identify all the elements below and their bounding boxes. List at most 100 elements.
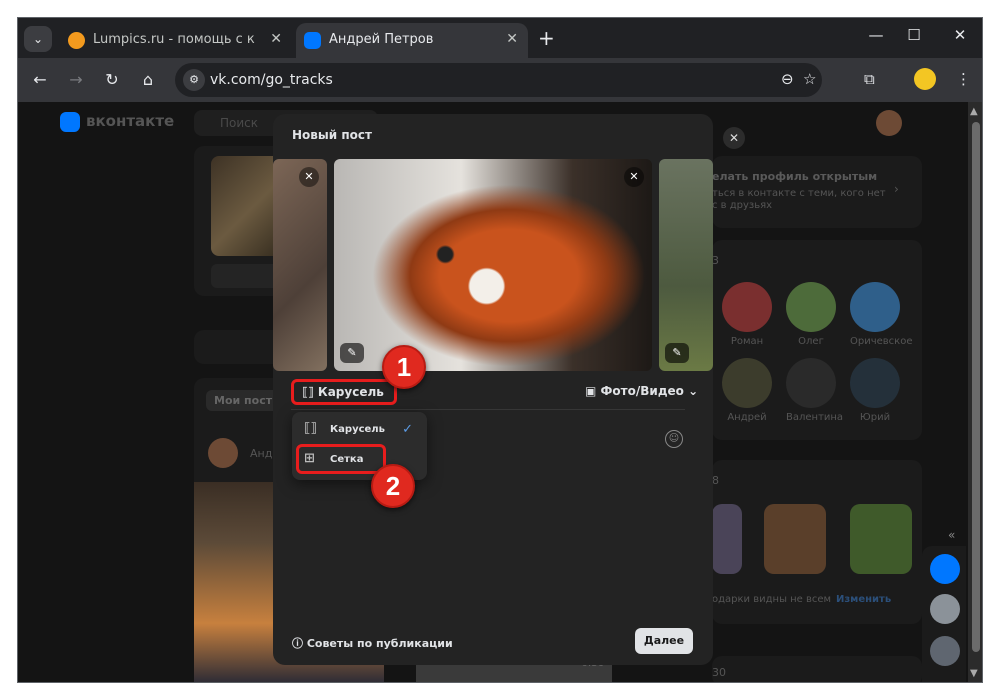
gifts-card: 8 одарки видны не всем Изменить: [712, 460, 922, 624]
tab-lumpics[interactable]: Lumpics.ru - помощь с компь ✕: [60, 23, 292, 58]
scrollbar-thumb[interactable]: [972, 122, 980, 652]
callout-2: 2: [371, 464, 415, 508]
tab-search-button[interactable]: ⌄: [24, 26, 52, 52]
vk-messenger-icon[interactable]: [930, 554, 960, 584]
chevron-down-icon: ⌄: [688, 384, 699, 398]
new-post-modal: Новый пост ✕ ✕ ✎ ✎ ⟦⟧ Карусель ⌄ ▣ Фото/…: [273, 114, 713, 665]
back-icon[interactable]: ←: [30, 70, 50, 89]
banner-subtitle: ться в контакте с теми, кого нет: [712, 188, 886, 199]
carousel-icon: ⟦⟧: [304, 421, 317, 436]
publication-tips-link[interactable]: ⓘ Советы по публикации: [292, 635, 453, 651]
chat-avatar[interactable]: [930, 594, 960, 624]
avatar: [786, 358, 836, 408]
site-settings-icon[interactable]: ⚙: [183, 69, 205, 91]
maximize-icon[interactable]: ☐: [904, 26, 924, 44]
browser-toolbar: ← → ↻ ⌂ ⚙ vk.com/go_tracks ⊖ ☆ ⧉ ⋮: [18, 58, 982, 102]
call-icon[interactable]: [930, 636, 960, 666]
photo-video-label: Фото/Видео: [600, 384, 684, 398]
vk-logo-icon[interactable]: [60, 112, 80, 132]
bottom-count: 30: [712, 666, 726, 679]
carousel-icon: ⟦⟧: [302, 385, 314, 399]
user-avatar[interactable]: [876, 110, 902, 136]
dropdown-item-carousel[interactable]: ⟦⟧ Карусель ✓: [292, 415, 427, 445]
friend-item[interactable]: Оричевское: [850, 282, 913, 347]
bookmark-star-icon[interactable]: ☆: [803, 70, 816, 88]
menu-kebab-icon[interactable]: ⋮: [956, 70, 971, 88]
friend-item[interactable]: Юрий: [850, 358, 900, 423]
address-bar[interactable]: ⚙ vk.com/go_tracks ⊖ ☆: [175, 63, 822, 97]
tab-title: Lumpics.ru - помощь с компь: [93, 32, 255, 47]
collapse-rail-icon[interactable]: «: [948, 528, 955, 542]
forward-icon[interactable]: →: [66, 70, 86, 89]
zoom-icon[interactable]: ⊖: [781, 70, 794, 88]
window-close-icon[interactable]: ✕: [950, 26, 970, 44]
avatar: [850, 358, 900, 408]
emoji-icon[interactable]: ☺: [665, 430, 683, 448]
modal-title: Новый пост: [292, 128, 372, 142]
gift-item[interactable]: [764, 504, 826, 574]
friend-item[interactable]: Олег: [786, 282, 836, 347]
remove-photo-icon[interactable]: ✕: [299, 167, 319, 187]
friend-name: Оричевское: [850, 336, 913, 347]
orange-circle-icon: [68, 32, 85, 49]
scroll-down-icon[interactable]: ▼: [970, 668, 978, 679]
gifts-change-link[interactable]: Изменить: [836, 594, 891, 605]
gift-item[interactable]: [850, 504, 912, 574]
avatar: [208, 438, 238, 468]
carousel-slide-prev[interactable]: ✕: [273, 159, 327, 371]
minimize-icon[interactable]: —: [866, 26, 886, 44]
next-button[interactable]: Далее: [635, 628, 693, 654]
callout-1: 1: [382, 345, 426, 389]
modal-close-button[interactable]: ✕: [723, 127, 745, 149]
friend-item[interactable]: Андрей: [722, 358, 772, 423]
profile-open-banner[interactable]: елать профиль открытым ться в контакте с…: [712, 156, 922, 228]
browser-window: ⌄ Lumpics.ru - помощь с компь ✕ Андрей П…: [17, 17, 983, 683]
grid-option-highlight: [296, 444, 386, 474]
url-text: vk.com/go_tracks: [210, 72, 333, 88]
extensions-icon[interactable]: ⧉: [864, 70, 875, 88]
layout-mode-button[interactable]: ⟦⟧ Карусель ⌄: [291, 379, 397, 419]
page-scrollbar[interactable]: ▲ ▼: [968, 102, 982, 682]
scroll-up-icon[interactable]: ▲: [970, 106, 978, 117]
carousel-slide-next[interactable]: ✎: [659, 159, 713, 371]
avatar: [722, 358, 772, 408]
close-icon[interactable]: ✕: [506, 31, 518, 47]
vk-logo-text[interactable]: вконтакте: [86, 112, 174, 130]
tab-title: Андрей Петров: [329, 32, 434, 47]
friends-count: 3: [712, 254, 719, 267]
friend-name: Олег: [798, 336, 824, 347]
banner-subtitle-2: с в друзьях: [712, 200, 773, 211]
remove-photo-icon[interactable]: ✕: [624, 167, 644, 187]
bottom-card: 30: [712, 656, 922, 682]
profile-avatar-icon[interactable]: [914, 68, 936, 90]
friend-item[interactable]: Валентина: [786, 358, 844, 423]
friend-item[interactable]: Роман: [722, 282, 772, 347]
banner-title: елать профиль открытым: [712, 170, 878, 183]
friend-name: Андрей: [727, 412, 767, 423]
edit-photo-icon[interactable]: ✎: [665, 343, 689, 363]
friend-name: Валентина: [786, 412, 844, 423]
friends-card: 3 Роман Олег Оричевское Андрей Валентина…: [712, 240, 922, 440]
quick-rail: [922, 546, 966, 682]
chevron-right-icon[interactable]: ›: [894, 182, 899, 196]
new-tab-button[interactable]: +: [538, 26, 555, 50]
dropdown-item-label: Карусель: [330, 424, 385, 435]
tips-label: Советы по публикации: [306, 637, 453, 650]
friend-name: Юрий: [859, 412, 891, 423]
tab-strip: ⌄ Lumpics.ru - помощь с компь ✕ Андрей П…: [18, 18, 982, 58]
gift-item[interactable]: [712, 504, 742, 574]
avatar: [850, 282, 900, 332]
home-icon[interactable]: ⌂: [138, 70, 158, 89]
tab-vk[interactable]: Андрей Петров ✕: [296, 23, 528, 58]
reload-icon[interactable]: ↻: [102, 70, 122, 89]
avatar: [722, 282, 772, 332]
carousel-slide-main[interactable]: ✕ ✎: [334, 159, 652, 371]
gifts-note: одарки видны не всем: [712, 594, 832, 605]
photo-video-button[interactable]: ▣ Фото/Видео ⌄: [585, 384, 698, 398]
photo-add-icon: ▣: [585, 384, 597, 398]
layout-mode-label: Карусель: [317, 385, 384, 399]
close-icon[interactable]: ✕: [270, 31, 282, 47]
check-icon: ✓: [402, 422, 413, 437]
friend-name: Роман: [730, 336, 764, 347]
edit-photo-icon[interactable]: ✎: [340, 343, 364, 363]
